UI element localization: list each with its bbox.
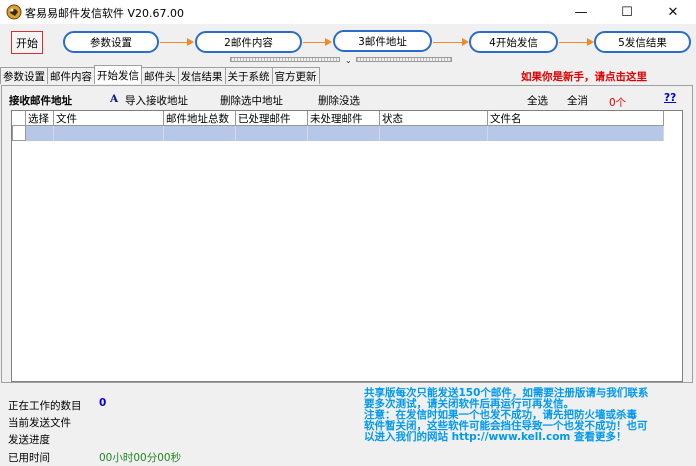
tab-label: 开始发信 [97,69,139,82]
shareware-notice: 共享版每次只能发送150个邮件，如需要注册版请与我们联系 要多次测试，请关闭软件… [364,387,649,443]
table-cell[interactable] [380,126,488,141]
table-cell[interactable] [54,126,164,141]
tab-label: 邮件头 [144,70,176,83]
elapsed-time-label: 已用时间 [8,452,50,464]
table-cell[interactable] [26,126,54,141]
table-cell[interactable] [488,126,664,141]
select-all-button[interactable]: 全选 [527,93,548,108]
chevron-down-icon[interactable]: ⌄ [345,56,352,65]
flow-arrow [559,42,588,43]
tab-label: 参数设置 [3,70,45,83]
table-cell[interactable] [164,126,236,141]
step-send[interactable]: 4开始发信 [469,31,558,53]
tab-start-sending[interactable]: 开始发信 [94,65,142,84]
deselect-all-button[interactable]: 全消 [567,93,588,108]
step-addresses[interactable]: 3邮件地址 [333,30,432,52]
column-header-label: 文件 [56,112,77,125]
table-cell[interactable] [236,126,308,141]
column-header-file[interactable]: 文件 [54,111,164,126]
tab-label: 官方更新 [274,70,317,83]
table-row[interactable] [12,126,664,141]
maximize-icon: ☐ [621,4,633,20]
column-header-select[interactable]: 选择 [26,111,54,126]
newbie-help-link[interactable]: 如果你是新手，请点击这里 [521,69,647,84]
section-title: 接收邮件地址 [9,95,72,107]
working-count-value: 0 [99,397,107,409]
column-header-label: 文件名 [490,112,522,125]
maximize-button[interactable]: ☐ [604,0,650,24]
tab-about[interactable]: 关于系统 [224,67,273,84]
tab-strip: 参数设置 邮件内容 开始发信 邮件头 发信结果 关于系统 官方更新 [0,65,320,85]
column-header-filename[interactable]: 文件名 [488,111,664,126]
current-file-label: 当前发送文件 [8,417,71,429]
grid-header: 选择 文件 邮件地址总数 已处理邮件 未处理邮件 状态 文件名 [12,111,664,126]
close-icon: ✕ [667,4,679,20]
delete-unselected-button[interactable]: 删除没选 [318,93,360,108]
tab-content[interactable]: 邮件内容 [47,67,95,84]
start-button-label: 开始 [16,36,38,50]
import-addresses-button[interactable]: 导入接收地址 [125,93,188,108]
step-label: 4开始发信 [489,36,538,49]
start-button[interactable]: 开始 [11,31,43,54]
step-label: 参数设置 [90,36,132,49]
tab-updates[interactable]: 官方更新 [271,67,320,84]
app-logo-icon [6,4,22,20]
minimize-button[interactable]: — [558,0,604,24]
splitter-handle-left[interactable] [230,57,340,62]
column-header-label: 邮件地址总数 [166,112,229,125]
flow-arrow [433,42,463,43]
file-grid[interactable] [11,110,683,382]
step-params[interactable]: 参数设置 [63,31,159,53]
address-count: 0个 [609,97,627,109]
arrow-head-icon [462,38,469,46]
help-link[interactable]: ?? [664,92,676,104]
splitter-handle-right[interactable] [356,57,452,62]
step-label: 2邮件内容 [224,36,273,49]
step-results[interactable]: 5发信结果 [594,31,691,53]
tab-params[interactable]: 参数设置 [0,67,48,84]
arrow-head-icon [187,38,194,46]
arrow-head-icon [325,38,332,46]
minimize-icon: — [574,4,588,20]
arrow-head-icon [587,38,594,46]
import-icon[interactable]: A [110,93,118,105]
flow-arrow [160,42,188,43]
tab-results[interactable]: 发信结果 [177,67,226,84]
column-header-label: 状态 [382,112,403,125]
column-header-total[interactable]: 邮件地址总数 [164,111,236,126]
column-header-processed[interactable]: 已处理邮件 [236,111,308,126]
delete-selected-button[interactable]: 删除选中地址 [220,93,283,108]
column-header-status[interactable]: 状态 [380,111,488,126]
tab-label: 关于系统 [227,70,270,83]
column-header-unprocessed[interactable]: 未处理邮件 [308,111,380,126]
step-label: 5发信结果 [618,36,667,49]
working-count-label: 正在工作的数目 [8,400,82,412]
column-header-label: 已处理邮件 [238,112,291,125]
column-header-label: 选择 [28,112,49,125]
title-bar: 客易易邮件发信软件 V20.67.00 — ☐ ✕ [0,0,696,24]
row-header-corner [12,111,26,126]
step-label: 3邮件地址 [358,35,407,48]
flow-arrow [303,42,326,43]
tab-label: 发信结果 [180,70,223,83]
window-title: 客易易邮件发信软件 V20.67.00 [25,7,185,20]
tab-headers[interactable]: 邮件头 [141,67,179,84]
step-content[interactable]: 2邮件内容 [195,31,302,53]
elapsed-time-value: 00小时00分00秒 [99,452,182,464]
send-progress-label: 发送进度 [8,434,50,446]
column-header-label: 未处理邮件 [310,112,363,125]
tab-label: 邮件内容 [50,70,92,83]
close-button[interactable]: ✕ [650,0,696,24]
table-cell[interactable] [308,126,380,141]
row-header[interactable] [12,126,26,141]
